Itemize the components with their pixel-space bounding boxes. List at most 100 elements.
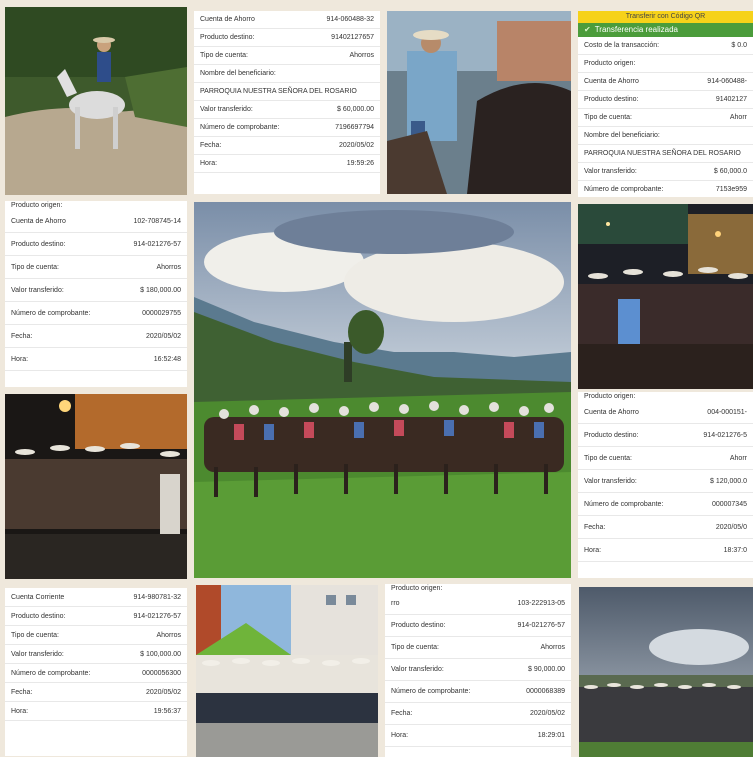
row-label: Número de comprobante:: [200, 124, 280, 131]
row-label: Valor transferido:: [584, 168, 637, 175]
receipt-row: Hora: 18:37:0: [578, 539, 753, 562]
photo-main-group-riders: [194, 202, 571, 578]
row-value: 18:37:0: [723, 546, 747, 554]
row-value: $ 60,000.0: [713, 168, 747, 175]
row-label: Nombre del beneficiario:: [200, 70, 276, 77]
row-value: 914-021276-57: [517, 622, 566, 629]
receipt-row: Hora: 18:29:01: [385, 725, 571, 747]
row-value: 2020/05/02: [529, 710, 565, 717]
row-value: Ahorr: [729, 454, 747, 462]
receipt-transfer-5: Cuenta Corriente 914-980781-32 Producto de…: [5, 588, 187, 756]
photo-group-tent: [196, 585, 378, 757]
receipt-row: Producto destino: 914-021276-57: [5, 233, 187, 256]
receipt-row: Cuenta de Ahorro 004-000151-: [578, 401, 753, 424]
receipt-row: Fecha: 2020/05/02: [194, 137, 380, 155]
receipt-row: Producto destino: 914-021276-57: [5, 607, 187, 626]
receipt-row: Valor transferido: $ 60,000.0: [578, 163, 753, 181]
row-value: Ahorros: [540, 644, 565, 651]
row-label: Valor transferido:: [11, 286, 64, 294]
photo-night-riders-right: [578, 204, 753, 389]
row-value: 91402127657: [331, 34, 374, 41]
receipt-row: Número de comprobante: 7153e959: [578, 181, 753, 197]
receipt-top-label: Producto origen:: [11, 202, 63, 209]
row-value: $ 90,000.00: [528, 666, 565, 673]
receipt-transfer-6: Producto origen: rro 103-222913-05 Product…: [385, 584, 571, 757]
row-label: Cuenta de Ahorro: [584, 78, 639, 85]
row-label: Tipo de cuenta:: [584, 114, 632, 121]
receipt-row: Fecha: 2020/05/02: [5, 683, 187, 702]
row-value: 000007345: [711, 500, 747, 508]
receipt-row: Fecha: 2020/05/02: [385, 703, 571, 725]
receipt-row: Producto origen:: [578, 55, 753, 73]
row-value: $ 0.0: [731, 42, 747, 49]
row-label: Número de comprobante:: [584, 186, 664, 193]
qr-header: Transferir con Código QR: [578, 11, 753, 23]
receipt-transfer-3: Producto origen: Cuenta de Ahorro 102-708…: [5, 201, 187, 387]
row-value: 7196697794: [335, 124, 374, 131]
row-value: $ 100,000.00: [140, 650, 181, 658]
row-value: $ 180,000.00: [140, 286, 181, 294]
receipt-row: Valor transferido: $ 120,000.0: [578, 470, 753, 493]
row-label: Cuenta de Ahorro: [200, 16, 255, 23]
success-banner: ✔ Transferencia realizada: [578, 23, 753, 37]
row-label: Fecha:: [11, 688, 33, 696]
row-value: 103-222913-05: [517, 600, 566, 607]
row-label: Nombre del beneficiario:: [584, 132, 660, 139]
row-value: 91402127: [715, 96, 747, 103]
receipt-row: Producto destino: 914-021276-57: [385, 615, 571, 637]
row-value: 19:59:26: [346, 160, 374, 167]
receipt-transfer-1: Cuenta de Ahorro 914-060488-32 Producto de…: [194, 11, 380, 194]
row-label: Número de comprobante:: [11, 669, 91, 677]
receipt-row: Cuenta de Ahorro 914-060488-: [578, 73, 753, 91]
receipt-row: Cuenta de Ahorro 102-708745-14: [5, 210, 187, 233]
row-value: 004-000151-: [707, 408, 747, 416]
row-label: Cuenta Corriente: [11, 593, 65, 601]
row-value: 914-060488-: [707, 78, 747, 85]
check-icon: ✔: [584, 25, 591, 34]
receipt-row: Cuenta Corriente 914-980781-32: [5, 588, 187, 607]
receipt-row: Tipo de cuenta: Ahorros: [194, 47, 380, 65]
row-label: Tipo de cuenta:: [584, 454, 632, 462]
receipt-row: Valor transferido: $ 90,000.00: [385, 659, 571, 681]
row-value: 914-060488-32: [326, 16, 375, 23]
row-label: Hora:: [11, 707, 29, 715]
row-label: Cuenta de Ahorro: [11, 217, 66, 225]
receipt-top-label: Producto origen:: [584, 393, 636, 400]
receipt-row: Producto destino: 91402127: [578, 91, 753, 109]
row-value: 18:29:01: [537, 732, 565, 739]
receipt-row: Producto destino: 91402127657: [194, 29, 380, 47]
receipt-row: Cuenta de Ahorro 914-060488-32: [194, 11, 380, 29]
row-value: 2020/05/02: [145, 688, 181, 696]
receipt-row: Número de comprobante: 0000056300: [5, 664, 187, 683]
row-label: Producto destino:: [11, 240, 66, 248]
row-value: 914-980781-32: [133, 593, 182, 601]
receipt-row: Número de comprobante: 0000029755: [5, 302, 187, 325]
row-label: Hora:: [11, 355, 29, 363]
photo-large-crowd: [579, 587, 753, 757]
receipt-row: Número de comprobante: 000007345: [578, 493, 753, 516]
receipt-row: Tipo de cuenta: Ahorros: [5, 626, 187, 645]
receipt-row: rro 103-222913-05: [385, 593, 571, 615]
row-value: $ 120,000.0: [710, 477, 747, 485]
receipt-row: Número de comprobante: 7196697794: [194, 119, 380, 137]
row-value: 16:52:48: [153, 355, 181, 363]
row-label: Producto origen:: [584, 60, 636, 67]
row-value: Ahorros: [156, 263, 181, 271]
photo-rider-white-horse: [5, 7, 187, 195]
row-label: Hora:: [584, 546, 602, 554]
receipt-row: Hora: 19:59:26: [194, 155, 380, 173]
receipt-top-label: Producto origen:: [391, 585, 443, 592]
receipt-row: Tipo de cuenta: Ahorr: [578, 109, 753, 127]
receipt-row: Fecha: 2020/05/02: [5, 325, 187, 348]
receipt-row: Nombre del beneficiario:: [578, 127, 753, 145]
receipt-row: Tipo de cuenta: Ahorros: [385, 637, 571, 659]
receipt-row: Valor transferido: $ 60,000.00: [194, 101, 380, 119]
row-label: Número de comprobante:: [11, 309, 91, 317]
receipt-row: Fecha: 2020/05/0: [578, 516, 753, 539]
status-text: Transferencia realizada: [594, 25, 679, 34]
row-label: Fecha:: [11, 332, 33, 340]
receipt-row: Número de comprobante: 0000068389: [385, 681, 571, 703]
receipt-qr-transfer: Transferir con Código QR ✔ Transferencia …: [578, 11, 753, 197]
photo-night-riders-left: [5, 394, 187, 579]
row-label: Fecha:: [391, 710, 413, 717]
